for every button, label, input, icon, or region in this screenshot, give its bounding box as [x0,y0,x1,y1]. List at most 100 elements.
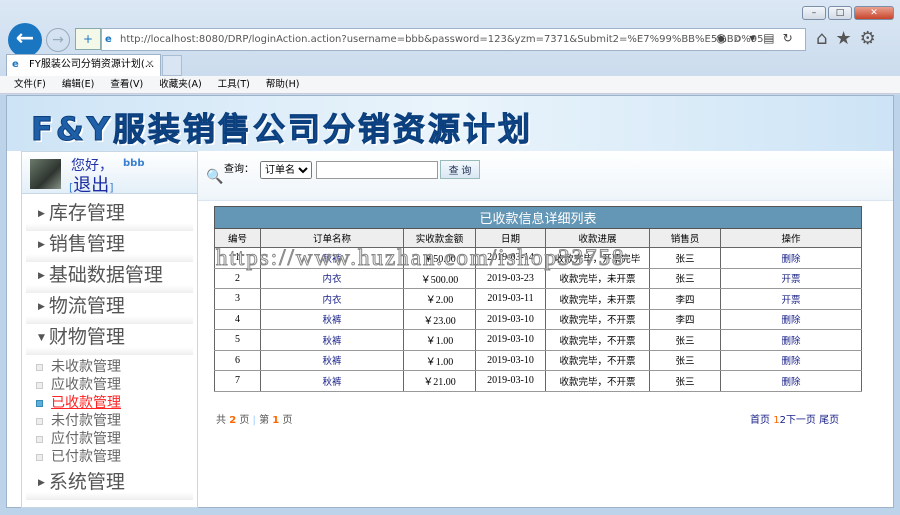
address-icons: ◉ ⌕ ▾ ▤ ↻ [716,31,793,46]
action-link[interactable]: 删除 [720,349,862,371]
table-row: 3 内衣 ￥2.00 2019-03-11 收款完毕，未开票 李四 开票 [214,288,862,310]
submenu-unreceived[interactable]: 未收款管理 [36,358,197,376]
label: 库存管理 [48,202,125,224]
search-input[interactable] [316,161,438,179]
label: 已付款管理 [51,449,121,465]
order-name: 秋裤 [260,329,404,351]
last-page-link[interactable]: 尾页 [819,415,839,426]
action-link[interactable]: 删除 [720,329,862,351]
text: 第 [259,415,270,426]
row-id: 6 [214,349,261,371]
caret-right-icon: ▶ [38,301,45,312]
sidebar-item-system[interactable]: ▶ 系统管理 [26,469,193,500]
text: 页 [239,415,250,426]
label: 应付款管理 [51,431,121,447]
label: 未付款管理 [51,413,121,429]
menu-help[interactable]: 帮助(H) [266,76,300,93]
close-window-button[interactable]: ✕ [854,6,894,20]
caret-down-icon: ▼ [38,332,45,343]
forward-button[interactable]: → [46,28,70,52]
date: 2019-03-10 [475,370,546,392]
window-controls: – □ ✕ [802,6,894,20]
progress: 收款完毕，不开票 [545,308,650,330]
sidebar-item-sales[interactable]: ▶ 销售管理 [26,231,193,262]
amount: ￥23.00 [403,308,476,330]
first-page-link[interactable]: 首页 [750,415,770,426]
sidebar-item-logistics[interactable]: ▶ 物流管理 [26,293,193,324]
salesperson: 李四 [649,308,721,330]
row-id: 5 [214,329,261,351]
home-icon[interactable]: ⌂ [816,28,827,49]
action-link[interactable]: 开票 [720,288,862,310]
action-link[interactable]: 删除 [720,247,862,269]
action-link[interactable]: 删除 [720,308,862,330]
compat-icon[interactable]: ◉ [716,31,726,46]
close-tab-icon[interactable]: ✕ [146,55,154,75]
submenu-receivable[interactable]: 应收款管理 [36,376,197,394]
pagination: 首页 12下一页 尾页 [750,411,839,426]
page: F&Y服装销售公司分销资源计划 您好， bbb [退出] ▶ 库存管理 ▶ 销售管理… [6,95,894,508]
sidebar-item-finance[interactable]: ▼ 财物管理 [26,324,193,355]
shield-icon[interactable]: + [75,28,101,50]
search-field-select[interactable]: 订单名 [260,161,312,179]
search-button[interactable]: 查 询 [440,160,480,179]
banner: F&Y服装销售公司分销资源计划 [7,96,893,151]
label: 未收款管理 [51,359,121,375]
status-strip [0,508,900,515]
magnifier-icon: 🔍 [206,169,224,185]
date: 2019-03-10 [475,308,546,330]
browser-chrome: – □ ✕ ← → + e http://localhost:8080/DRP/l… [0,0,900,95]
menu-edit[interactable]: 编辑(E) [62,76,94,93]
bullet-icon [36,363,43,371]
action-link[interactable]: 开票 [720,267,862,289]
bullet-icon [36,453,43,461]
submenu-paid[interactable]: 已付款管理 [36,448,197,466]
gear-icon[interactable]: ⚙ [860,28,876,49]
maximize-button[interactable]: □ [828,6,852,20]
date: 2019-03-10 [475,329,546,351]
next-page-link[interactable]: 下一页 [786,415,816,426]
sidebar-item-inventory[interactable]: ▶ 库存管理 [26,200,193,231]
logout-link[interactable]: [退出] [69,171,114,197]
bullet-icon [36,381,43,389]
dropdown-icon[interactable]: ▾ [749,31,755,46]
minimize-button[interactable]: – [802,6,826,20]
search-icon[interactable]: ⌕ [734,31,741,46]
bracket: ] [109,181,114,194]
progress: 收款完毕，不开票 [545,370,650,392]
logout-label: 退出 [73,175,110,196]
back-button[interactable]: ← [8,23,42,57]
sidebar-item-basic-data[interactable]: ▶ 基础数据管理 [26,262,193,293]
finance-submenu: 未收款管理 应收款管理 已收款管理 未付款管理 应付款管理 已付款管理 [22,355,197,469]
submenu-payable[interactable]: 应付款管理 [36,430,197,448]
progress: 收款完毕，未开票 [545,267,650,289]
label: 系统管理 [48,471,125,493]
column-header: 操作 [720,228,862,248]
bullet-icon [36,417,43,425]
order-name: 内衣 [260,288,404,310]
salesperson: 李四 [649,288,721,310]
menu-favorites[interactable]: 收藏夹(A) [159,76,201,93]
menu-tools[interactable]: 工具(T) [218,76,250,93]
order-name: 秋裤 [260,308,404,330]
refresh-icon[interactable]: ↻ [783,31,793,46]
submenu-unpaid[interactable]: 未付款管理 [36,412,197,430]
address-bar[interactable]: e http://localhost:8080/DRP/loginAction.a… [101,28,806,51]
bullet-icon [36,435,43,443]
menu-file[interactable]: 文件(F) [14,76,46,93]
caret-right-icon: ▶ [38,477,45,488]
sidebar: 您好， bbb [退出] ▶ 库存管理 ▶ 销售管理 ▶ 基础数据管理 ▶ 物流管理 ▼… [21,151,198,508]
browser-tab[interactable]: e FY服装公司分销资源计划(... ✕ [6,54,161,76]
search-label: 查询： [224,164,254,175]
date: 2019-03-23 [475,267,546,289]
menu-view[interactable]: 查看(V) [110,76,143,93]
amount: ￥500.00 [403,267,476,289]
ie-icon: e [105,34,112,45]
lock-icon[interactable]: ▤ [763,31,774,46]
submenu-received[interactable]: 已收款管理 [36,394,197,412]
star-icon[interactable]: ★ [835,28,851,49]
new-tab-button[interactable] [162,55,182,76]
username: bbb [123,158,145,169]
date: 2019-03-14 [475,247,546,269]
action-link[interactable]: 删除 [720,370,862,392]
